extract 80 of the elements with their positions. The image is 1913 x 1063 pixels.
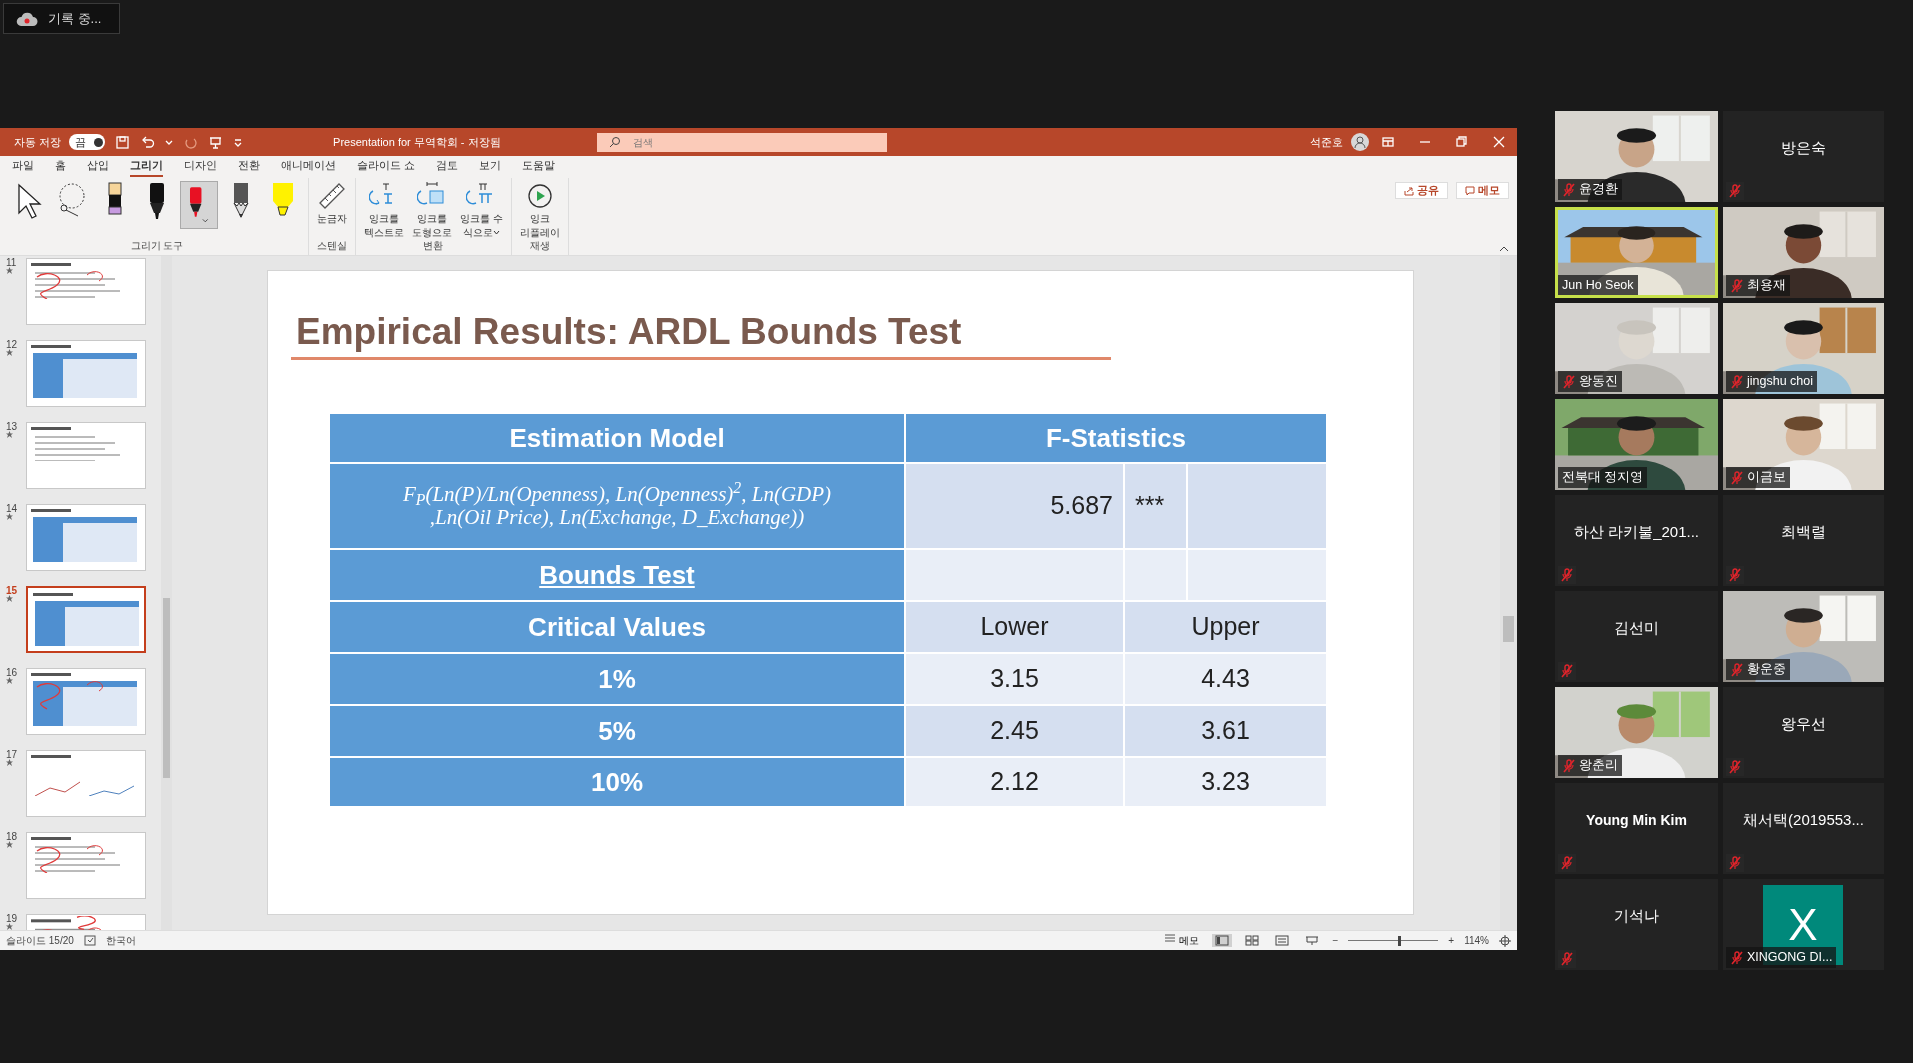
- column-header: Lower: [905, 601, 1124, 653]
- header-cell: Estimation Model: [329, 413, 905, 463]
- group-label: 변환: [422, 239, 445, 253]
- ink-to-text-button[interactable]: 잉크를 텍스트로: [362, 181, 406, 238]
- group-label: 그리기 도구: [129, 239, 185, 253]
- participant-name: jingshu choi: [1747, 373, 1813, 391]
- participant-name: 채서택(2019553...: [1742, 810, 1865, 831]
- participant-name: 왕우선: [1780, 714, 1827, 735]
- participant-name: Jun Ho Seok: [1562, 277, 1634, 295]
- participant-name: 김선미: [1613, 618, 1660, 639]
- ribbon-tab[interactable]: 디자인: [184, 156, 217, 178]
- group-label: 재생: [528, 239, 551, 253]
- zoom-in-button[interactable]: +: [1448, 933, 1455, 948]
- column-header: Upper: [1124, 601, 1327, 653]
- row-header: Bounds Test: [329, 549, 905, 601]
- user-name[interactable]: 석준호: [1310, 133, 1343, 151]
- language-label[interactable]: 한국어: [105, 933, 136, 948]
- participant-name: 왕동진: [1579, 373, 1618, 391]
- ribbon-tab[interactable]: 홈: [55, 156, 66, 178]
- participant-name: 윤경환: [1579, 181, 1618, 199]
- header-cell: F-Statistics: [905, 413, 1327, 463]
- table-cell: 3.61: [1124, 705, 1327, 757]
- table-cell: 5.687: [905, 463, 1124, 549]
- slide-number: 15: [6, 586, 19, 595]
- table-cell: 2.45: [905, 705, 1124, 757]
- participant-name: 최용재: [1747, 277, 1786, 295]
- formula-text: F$_{P}$(Ln(P)/Ln(Openness), Ln(Openness)$^{2}$, Ln(GDP) ,Ln(Oil Price), Ln(Exchange, D_Exchange)): [329, 463, 905, 549]
- ribbon-tab[interactable]: 검토: [436, 156, 459, 178]
- comments-button[interactable]: 메모: [1456, 182, 1509, 199]
- share-button[interactable]: 공유: [1395, 182, 1448, 199]
- search-field[interactable]: 검색: [596, 132, 887, 152]
- document-title[interactable]: Presentation for 무역학회 - 저장됨: [333, 133, 501, 151]
- slide-title: Empirical Results: ARDL Bounds Test: [296, 311, 962, 353]
- participant-name: 기석나: [1613, 906, 1660, 927]
- row-header: 5%: [329, 705, 905, 757]
- autosave-label: 자동 저장: [14, 134, 62, 150]
- participant-name: 이금보: [1747, 469, 1786, 487]
- participant-name: Young Min Kim: [1585, 811, 1688, 830]
- recording-label: 기록 중...: [48, 9, 102, 28]
- table-cell: ***: [1124, 463, 1187, 549]
- zoom-out-button[interactable]: −: [1332, 933, 1339, 948]
- slide-number: 17: [6, 750, 19, 759]
- ribbon-tab[interactable]: 도움말: [522, 156, 556, 178]
- participant-name: 방은숙: [1780, 138, 1827, 159]
- autosave-toggle[interactable]: 끔: [69, 134, 106, 150]
- notes-button[interactable]: 메모: [1161, 932, 1203, 949]
- ribbon-tab[interactable]: 전환: [238, 156, 260, 178]
- participant-name: 전북대 정지영: [1562, 469, 1644, 487]
- slide-number: 16: [6, 668, 19, 677]
- slide-number: 11: [6, 258, 18, 267]
- ribbon-tab[interactable]: 파일: [12, 156, 34, 178]
- participant-name: 왕춘리: [1579, 757, 1618, 775]
- ribbon-tab[interactable]: 삽입: [87, 156, 109, 178]
- ribbon-tab[interactable]: 보기: [479, 156, 502, 178]
- row-header: Critical Values: [329, 601, 905, 653]
- slide-number: 14: [6, 504, 19, 513]
- slide-number: 13: [6, 422, 19, 431]
- slide-number: 19: [6, 914, 19, 923]
- slide-number: 18: [6, 832, 19, 841]
- row-header: 10%: [329, 757, 905, 807]
- table-cell: 2.12: [905, 757, 1124, 807]
- participant-name: 황운중: [1747, 661, 1786, 679]
- table-cell: 3.23: [1124, 757, 1327, 807]
- ribbon-tab[interactable]: 애니메이션: [281, 156, 336, 178]
- participant-name: 최백렬: [1780, 522, 1827, 543]
- table-cell: 3.15: [905, 653, 1124, 705]
- table-cell: 4.43: [1124, 653, 1327, 705]
- zoom-level[interactable]: 114%: [1464, 933, 1489, 948]
- row-header: 1%: [329, 653, 905, 705]
- group-label: 스텐실: [316, 239, 348, 253]
- ink-to-shape-button[interactable]: 잉크를 도형으로: [410, 181, 454, 238]
- search-input[interactable]: 검색: [630, 133, 851, 151]
- slide-number: 12: [6, 340, 19, 349]
- participant-name: 하산 라키불_201...: [1572, 522, 1700, 543]
- ribbon-tab[interactable]: 슬라이드 쇼: [357, 156, 416, 178]
- ink-to-math-button[interactable]: 잉크를 수 식으로: [458, 181, 505, 238]
- slide-counter: 슬라이드 15/20: [6, 934, 74, 948]
- ruler-button[interactable]: 눈금자: [315, 181, 349, 225]
- ribbon-tab[interactable]: 그리기: [130, 156, 163, 178]
- replay-button[interactable]: 잉크 리플레이: [517, 181, 562, 238]
